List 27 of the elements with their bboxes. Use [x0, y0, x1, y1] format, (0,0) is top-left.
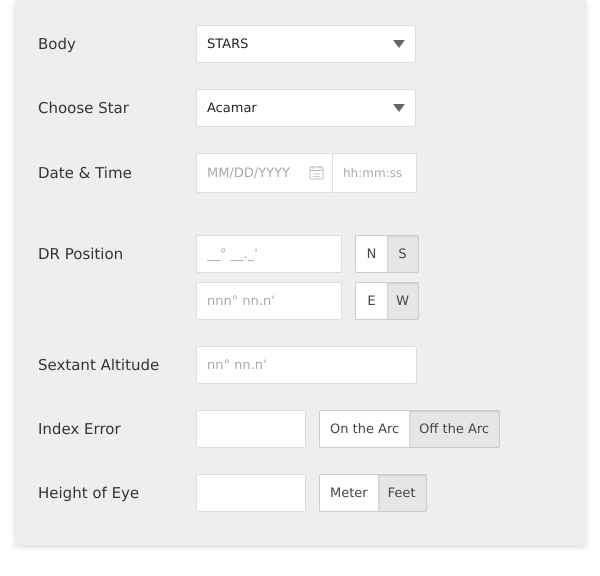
field-label: Choose Star [38, 99, 130, 117]
field-label: Sextant Altitude [38, 356, 160, 374]
dropdown[interactable]: Acamar [196, 89, 416, 127]
altitude-field[interactable]: nn° nn.n' [196, 346, 417, 384]
date-field[interactable]: MM/DD/YYYY [196, 153, 332, 193]
coordinate-field[interactable]: __° __._' [196, 235, 342, 273]
caret-icon [393, 104, 405, 112]
toggle-option[interactable]: On the Arc [320, 411, 410, 447]
hemisphere-toggle[interactable]: N [356, 236, 387, 272]
hemisphere-toggle[interactable]: E [356, 283, 387, 319]
dropdown[interactable]: STARS [196, 25, 416, 63]
field-label: Height of Eye [38, 484, 140, 502]
calendar-icon [309, 165, 324, 180]
coordinate-field[interactable]: nnn° nn.n' [196, 282, 342, 320]
toggle-option[interactable]: Off the Arc [409, 411, 500, 447]
input-field[interactable] [196, 410, 306, 448]
field-label: Index Error [38, 420, 122, 438]
hemisphere-toggle[interactable]: S [387, 236, 418, 272]
field-label: DR Position [38, 244, 124, 265]
field-label: Date & Time [38, 164, 133, 182]
caret-icon [393, 40, 405, 48]
input-field[interactable] [196, 474, 306, 512]
toggle-option[interactable]: Meter [320, 475, 378, 511]
time-field[interactable]: hh:mm:ss [332, 153, 417, 193]
field-label: Body [38, 35, 77, 53]
toggle-option[interactable]: Feet [378, 475, 426, 511]
hemisphere-toggle[interactable]: W [387, 283, 418, 319]
